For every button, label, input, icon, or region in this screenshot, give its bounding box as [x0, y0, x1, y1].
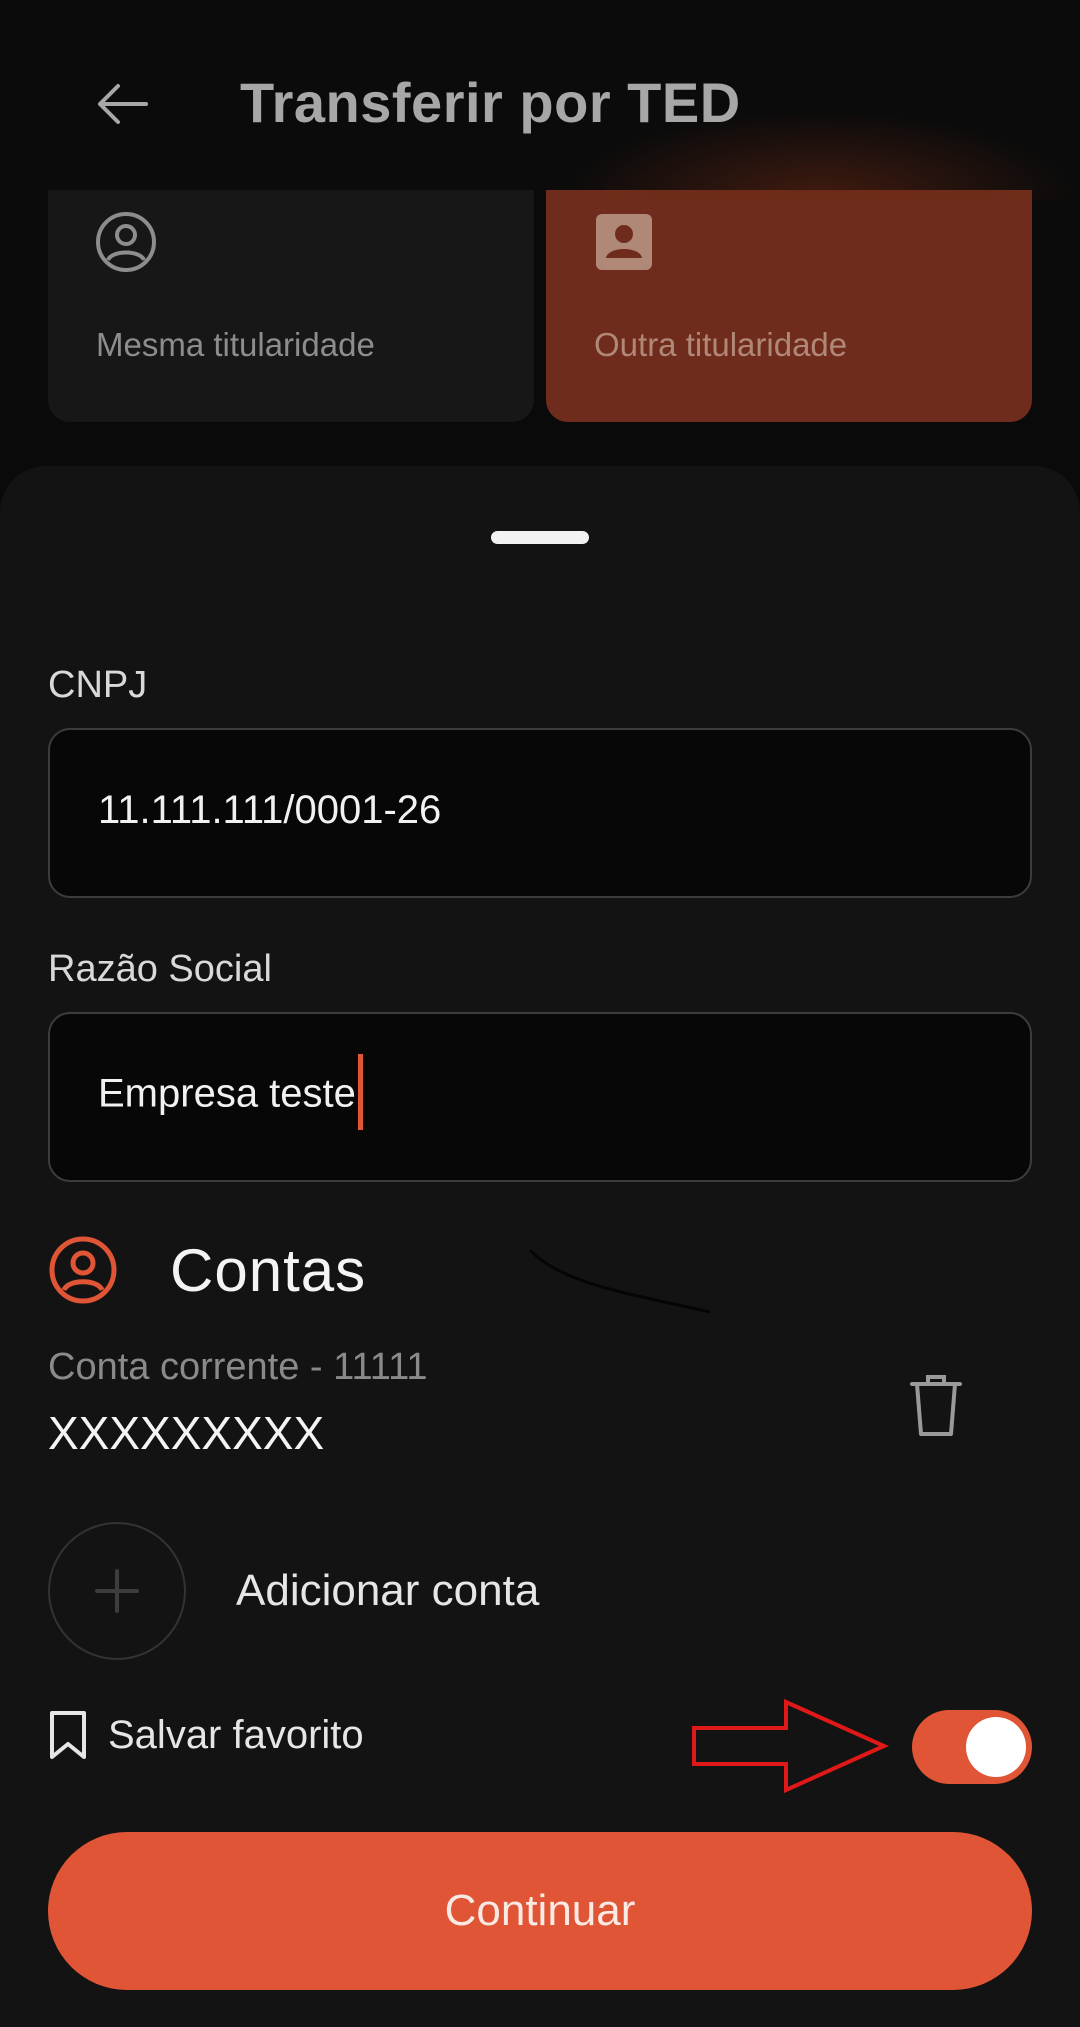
delete-account-button[interactable]	[906, 1370, 966, 1440]
plus-icon	[95, 1569, 139, 1613]
add-account-button[interactable]	[48, 1522, 186, 1660]
cnpj-value: 11.111.111/0001-26	[98, 788, 442, 832]
option-label: Outra titularidade	[594, 326, 848, 363]
person-circle-icon	[96, 212, 156, 272]
app-header: Transferir por TED	[0, 0, 1080, 200]
ownership-options: Mesma titularidade Outra titularidade	[0, 190, 1080, 430]
add-account-row[interactable]: Adicionar conta	[48, 1522, 539, 1660]
save-favorite-toggle[interactable]	[912, 1710, 1032, 1784]
razao-social-input[interactable]: Empresa teste	[48, 1012, 1032, 1182]
option-outra-titularidade[interactable]: Outra titularidade	[546, 190, 1032, 422]
account-number: XXXXXXXXX	[48, 1407, 325, 1459]
bookmark-icon	[50, 1711, 86, 1759]
person-circle-icon	[49, 1236, 117, 1304]
razao-social-value: Empresa teste	[98, 1071, 356, 1116]
toggle-knob	[966, 1717, 1026, 1777]
scribble-mark	[528, 1248, 711, 1314]
accounts-section-header: Contas	[48, 1230, 366, 1310]
person-badge-icon	[596, 214, 652, 270]
save-favorite-label: Salvar favorito	[108, 1712, 364, 1757]
page-title: Transferir por TED	[240, 71, 741, 134]
trash-icon	[910, 1375, 962, 1436]
add-account-label: Adicionar conta	[236, 1566, 540, 1615]
account-type: Conta corrente - 11111	[48, 1346, 428, 1388]
back-button[interactable]	[86, 68, 158, 140]
razao-social-value-wrap: Empresa teste	[98, 1054, 363, 1134]
sheet-drag-handle[interactable]	[491, 531, 589, 544]
arrow-left-icon	[98, 84, 148, 124]
section-title: Contas	[170, 1236, 367, 1304]
annotation-arrow-icon	[692, 1698, 889, 1794]
continue-button[interactable]: Continuar	[48, 1832, 1032, 1990]
option-mesma-titularidade[interactable]: Mesma titularidade	[48, 190, 534, 422]
cnpj-label: CNPJ	[48, 664, 148, 706]
razao-social-label: Razão Social	[48, 948, 272, 990]
bottom-sheet: CNPJ 11.111.111/0001-26 Razão Social Emp…	[0, 466, 1080, 2027]
save-favorite-row: Salvar favorito	[48, 1710, 364, 1760]
text-caret	[357, 1054, 363, 1130]
option-label: Mesma titularidade	[96, 326, 375, 363]
cnpj-input[interactable]: 11.111.111/0001-26	[48, 728, 1032, 898]
